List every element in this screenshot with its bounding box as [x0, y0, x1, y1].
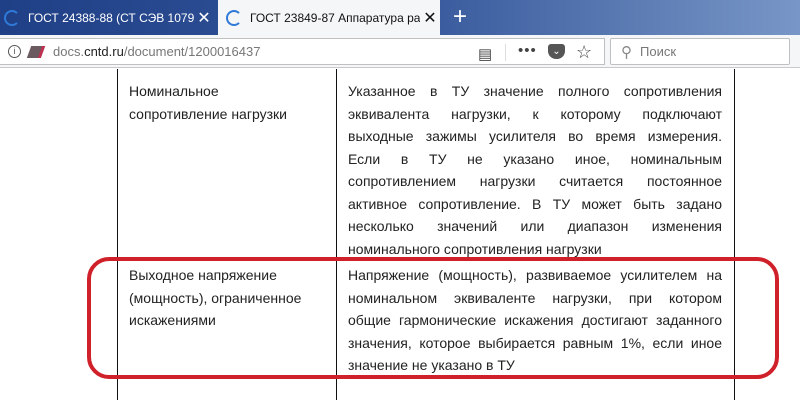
- close-tab-icon[interactable]: ✕: [194, 8, 214, 28]
- pocket-icon[interactable]: ⌄: [548, 44, 565, 59]
- tab-gost-24388[interactable]: ГОСТ 24388-88 (СТ СЭВ 1079-78) ✕: [0, 0, 214, 35]
- text-line: Номинальное: [129, 83, 219, 99]
- table-row-term: Номинальное сопротивление нагрузки: [129, 80, 329, 125]
- insecure-connection-icon[interactable]: [26, 45, 46, 58]
- new-tab-button[interactable]: +: [448, 3, 472, 31]
- text-line: сопротивлением нагрузки считается постоя…: [348, 173, 722, 189]
- search-input[interactable]: ⚲ Поиск: [610, 38, 790, 65]
- divider: [505, 44, 506, 61]
- nav-toolbar: i docs.cntd.ru/document/1200016437 ▤ •••…: [0, 35, 800, 68]
- text-line: несколько значений или диапазон изменени…: [348, 218, 722, 234]
- tab-title: ГОСТ 23849-87 Аппаратура радиоэлектронна…: [250, 10, 420, 25]
- tab-title: ГОСТ 24388-88 (СТ СЭВ 1079-78): [28, 10, 194, 25]
- more-actions-icon[interactable]: •••: [518, 42, 537, 59]
- text-line: эквивалента нагрузки, к которому подключ…: [348, 105, 722, 122]
- table-row-definition: Указанное в ТУ значение полного сопротив…: [348, 80, 722, 260]
- url-text[interactable]: docs.cntd.ru/document/1200016437: [53, 44, 260, 59]
- text-line: активное сопротивление. В ТУ может быть …: [348, 195, 722, 212]
- text-line: Если в ТУ не указано иное, номинальным: [348, 150, 722, 167]
- text-line: выходные зажимы усилителя во время измер…: [348, 128, 722, 144]
- site-favicon-icon: [226, 9, 242, 26]
- text-line: Указанное в ТУ значение полного сопротив…: [348, 83, 722, 99]
- bookmark-star-icon[interactable]: ☆: [576, 42, 592, 63]
- info-icon[interactable]: i: [8, 45, 21, 58]
- tab-gost-23849[interactable]: ГОСТ 23849-87 Аппаратура радиоэлектронна…: [218, 0, 440, 35]
- highlight-annotation: [87, 257, 779, 379]
- text-line: сопротивление нагрузки: [129, 105, 287, 122]
- search-icon: ⚲: [621, 43, 632, 61]
- reader-view-icon[interactable]: ▤: [478, 45, 492, 63]
- document-content: Номинальное сопротивление нагрузки Указа…: [0, 69, 800, 400]
- address-bar[interactable]: i docs.cntd.ru/document/1200016437 ▤ •••…: [0, 38, 605, 65]
- close-tab-icon[interactable]: ✕: [420, 8, 440, 28]
- site-favicon-icon: [4, 9, 20, 26]
- tab-bar: ГОСТ 24388-88 (СТ СЭВ 1079-78) ✕ ГОСТ 23…: [0, 0, 800, 35]
- search-placeholder: Поиск: [640, 44, 677, 59]
